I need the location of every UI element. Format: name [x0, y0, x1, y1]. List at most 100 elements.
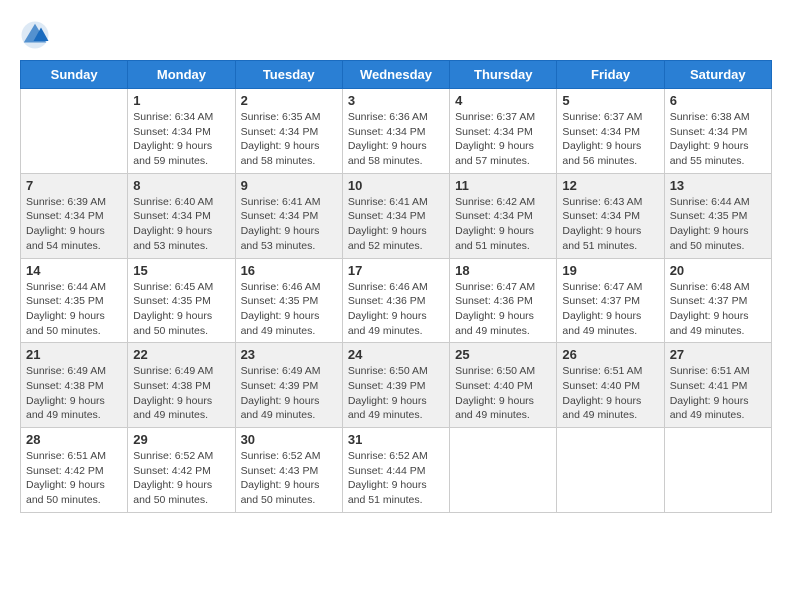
daylight-text: Daylight: 9 hours and 50 minutes. [241, 479, 320, 506]
sunset-text: Sunset: 4:34 PM [455, 210, 533, 222]
day-detail: Sunrise: 6:47 AM Sunset: 4:36 PM Dayligh… [455, 280, 551, 339]
calendar-cell: 7 Sunrise: 6:39 AM Sunset: 4:34 PM Dayli… [21, 173, 128, 258]
day-number: 18 [455, 263, 551, 278]
calendar-cell: 11 Sunrise: 6:42 AM Sunset: 4:34 PM Dayl… [450, 173, 557, 258]
sunrise-text: Sunrise: 6:44 AM [670, 196, 750, 208]
calendar-cell: 15 Sunrise: 6:45 AM Sunset: 4:35 PM Dayl… [128, 258, 235, 343]
sunrise-text: Sunrise: 6:52 AM [348, 450, 428, 462]
day-detail: Sunrise: 6:48 AM Sunset: 4:37 PM Dayligh… [670, 280, 766, 339]
calendar-cell: 4 Sunrise: 6:37 AM Sunset: 4:34 PM Dayli… [450, 89, 557, 174]
day-detail: Sunrise: 6:44 AM Sunset: 4:35 PM Dayligh… [26, 280, 122, 339]
daylight-text: Daylight: 9 hours and 49 minutes. [26, 395, 105, 422]
sunset-text: Sunset: 4:34 PM [241, 126, 319, 138]
day-detail: Sunrise: 6:41 AM Sunset: 4:34 PM Dayligh… [348, 195, 444, 254]
sunrise-text: Sunrise: 6:49 AM [26, 365, 106, 377]
daylight-text: Daylight: 9 hours and 51 minutes. [455, 225, 534, 252]
sunrise-text: Sunrise: 6:50 AM [348, 365, 428, 377]
calendar-cell: 10 Sunrise: 6:41 AM Sunset: 4:34 PM Dayl… [342, 173, 449, 258]
daylight-text: Daylight: 9 hours and 52 minutes. [348, 225, 427, 252]
logo [20, 20, 54, 50]
daylight-text: Daylight: 9 hours and 49 minutes. [670, 310, 749, 337]
day-number: 26 [562, 347, 658, 362]
day-header-sunday: Sunday [21, 61, 128, 89]
sunrise-text: Sunrise: 6:44 AM [26, 281, 106, 293]
daylight-text: Daylight: 9 hours and 57 minutes. [455, 140, 534, 167]
day-number: 16 [241, 263, 337, 278]
daylight-text: Daylight: 9 hours and 50 minutes. [26, 310, 105, 337]
calendar-cell: 26 Sunrise: 6:51 AM Sunset: 4:40 PM Dayl… [557, 343, 664, 428]
daylight-text: Daylight: 9 hours and 49 minutes. [455, 310, 534, 337]
day-detail: Sunrise: 6:37 AM Sunset: 4:34 PM Dayligh… [455, 110, 551, 169]
calendar-cell: 22 Sunrise: 6:49 AM Sunset: 4:38 PM Dayl… [128, 343, 235, 428]
day-number: 14 [26, 263, 122, 278]
sunset-text: Sunset: 4:35 PM [241, 295, 319, 307]
sunset-text: Sunset: 4:34 PM [562, 210, 640, 222]
day-detail: Sunrise: 6:38 AM Sunset: 4:34 PM Dayligh… [670, 110, 766, 169]
day-number: 29 [133, 432, 229, 447]
sunrise-text: Sunrise: 6:49 AM [133, 365, 213, 377]
sunrise-text: Sunrise: 6:34 AM [133, 111, 213, 123]
day-number: 17 [348, 263, 444, 278]
day-number: 10 [348, 178, 444, 193]
calendar-cell: 23 Sunrise: 6:49 AM Sunset: 4:39 PM Dayl… [235, 343, 342, 428]
day-number: 21 [26, 347, 122, 362]
calendar-cell: 5 Sunrise: 6:37 AM Sunset: 4:34 PM Dayli… [557, 89, 664, 174]
daylight-text: Daylight: 9 hours and 49 minutes. [562, 395, 641, 422]
day-detail: Sunrise: 6:36 AM Sunset: 4:34 PM Dayligh… [348, 110, 444, 169]
sunset-text: Sunset: 4:34 PM [241, 210, 319, 222]
sunset-text: Sunset: 4:44 PM [348, 465, 426, 477]
day-number: 1 [133, 93, 229, 108]
calendar-cell: 16 Sunrise: 6:46 AM Sunset: 4:35 PM Dayl… [235, 258, 342, 343]
calendar-cell: 30 Sunrise: 6:52 AM Sunset: 4:43 PM Dayl… [235, 428, 342, 513]
sunrise-text: Sunrise: 6:52 AM [133, 450, 213, 462]
day-number: 15 [133, 263, 229, 278]
calendar-cell: 20 Sunrise: 6:48 AM Sunset: 4:37 PM Dayl… [664, 258, 771, 343]
sunrise-text: Sunrise: 6:45 AM [133, 281, 213, 293]
day-number: 13 [670, 178, 766, 193]
day-number: 28 [26, 432, 122, 447]
calendar-week-row: 7 Sunrise: 6:39 AM Sunset: 4:34 PM Dayli… [21, 173, 772, 258]
day-number: 3 [348, 93, 444, 108]
day-detail: Sunrise: 6:39 AM Sunset: 4:34 PM Dayligh… [26, 195, 122, 254]
sunset-text: Sunset: 4:40 PM [562, 380, 640, 392]
calendar-cell: 3 Sunrise: 6:36 AM Sunset: 4:34 PM Dayli… [342, 89, 449, 174]
calendar-cell: 8 Sunrise: 6:40 AM Sunset: 4:34 PM Dayli… [128, 173, 235, 258]
day-number: 19 [562, 263, 658, 278]
day-detail: Sunrise: 6:50 AM Sunset: 4:39 PM Dayligh… [348, 364, 444, 423]
day-number: 22 [133, 347, 229, 362]
sunset-text: Sunset: 4:35 PM [26, 295, 104, 307]
sunset-text: Sunset: 4:39 PM [348, 380, 426, 392]
sunrise-text: Sunrise: 6:43 AM [562, 196, 642, 208]
sunrise-text: Sunrise: 6:41 AM [241, 196, 321, 208]
calendar-cell: 6 Sunrise: 6:38 AM Sunset: 4:34 PM Dayli… [664, 89, 771, 174]
day-detail: Sunrise: 6:52 AM Sunset: 4:44 PM Dayligh… [348, 449, 444, 508]
day-number: 23 [241, 347, 337, 362]
sunset-text: Sunset: 4:37 PM [562, 295, 640, 307]
sunset-text: Sunset: 4:42 PM [133, 465, 211, 477]
day-number: 20 [670, 263, 766, 278]
daylight-text: Daylight: 9 hours and 49 minutes. [562, 310, 641, 337]
calendar-cell [450, 428, 557, 513]
calendar-week-row: 21 Sunrise: 6:49 AM Sunset: 4:38 PM Dayl… [21, 343, 772, 428]
daylight-text: Daylight: 9 hours and 55 minutes. [670, 140, 749, 167]
daylight-text: Daylight: 9 hours and 59 minutes. [133, 140, 212, 167]
calendar-cell: 14 Sunrise: 6:44 AM Sunset: 4:35 PM Dayl… [21, 258, 128, 343]
calendar-cell: 21 Sunrise: 6:49 AM Sunset: 4:38 PM Dayl… [21, 343, 128, 428]
daylight-text: Daylight: 9 hours and 58 minutes. [348, 140, 427, 167]
sunrise-text: Sunrise: 6:52 AM [241, 450, 321, 462]
sunrise-text: Sunrise: 6:38 AM [670, 111, 750, 123]
daylight-text: Daylight: 9 hours and 49 minutes. [241, 395, 320, 422]
daylight-text: Daylight: 9 hours and 49 minutes. [348, 310, 427, 337]
sunset-text: Sunset: 4:40 PM [455, 380, 533, 392]
day-detail: Sunrise: 6:46 AM Sunset: 4:35 PM Dayligh… [241, 280, 337, 339]
sunset-text: Sunset: 4:36 PM [455, 295, 533, 307]
day-detail: Sunrise: 6:52 AM Sunset: 4:42 PM Dayligh… [133, 449, 229, 508]
sunset-text: Sunset: 4:34 PM [455, 126, 533, 138]
sunrise-text: Sunrise: 6:47 AM [562, 281, 642, 293]
sunset-text: Sunset: 4:38 PM [26, 380, 104, 392]
sunrise-text: Sunrise: 6:46 AM [348, 281, 428, 293]
sunrise-text: Sunrise: 6:47 AM [455, 281, 535, 293]
sunrise-text: Sunrise: 6:50 AM [455, 365, 535, 377]
sunset-text: Sunset: 4:38 PM [133, 380, 211, 392]
calendar-cell: 17 Sunrise: 6:46 AM Sunset: 4:36 PM Dayl… [342, 258, 449, 343]
